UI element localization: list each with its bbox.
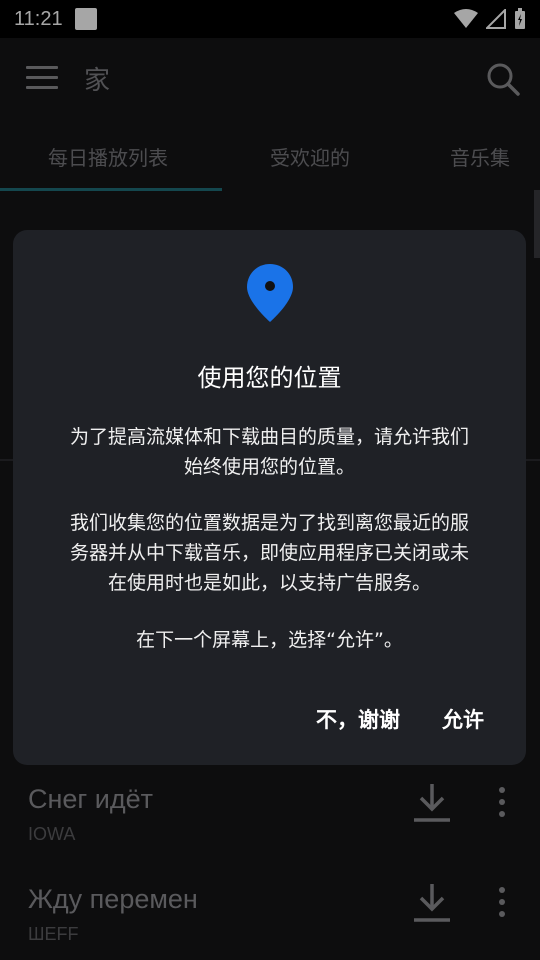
location-permission-dialog: 使用您的位置 为了提高流媒体和下载曲目的质量，请允许我们 始终使用您的位置。 我… xyxy=(13,230,526,765)
location-pin-icon xyxy=(247,264,293,322)
dialog-title: 使用您的位置 xyxy=(197,364,342,392)
deny-button[interactable]: 不，谢谢 xyxy=(316,704,400,734)
allow-button[interactable]: 允许 xyxy=(442,704,484,734)
dialog-text-line: 在使用时也是如此，以支持广告服务。 xyxy=(107,572,431,594)
dialog-actions: 不，谢谢 允许 xyxy=(316,704,484,734)
dialog-paragraph-2: 我们收集您的位置数据是为了找到离您最近的服 务器并从中下载音乐，即使应用程序已关… xyxy=(45,508,494,598)
dialog-text-line: 务器并从中下载音乐，即使应用程序已关闭或未 xyxy=(69,542,469,564)
dialog-text-line: 始终使用您的位置。 xyxy=(183,456,355,478)
dialog-paragraph-3: 在下一个屏幕上，选择“允许”。 xyxy=(136,629,403,651)
dialog-text-line: 为了提高流媒体和下载曲目的质量，请允许我们 xyxy=(69,426,469,448)
dialog-text-line: 我们收集您的位置数据是为了找到离您最近的服 xyxy=(69,512,469,534)
dialog-paragraph-1: 为了提高流媒体和下载曲目的质量，请允许我们 始终使用您的位置。 xyxy=(45,422,494,482)
